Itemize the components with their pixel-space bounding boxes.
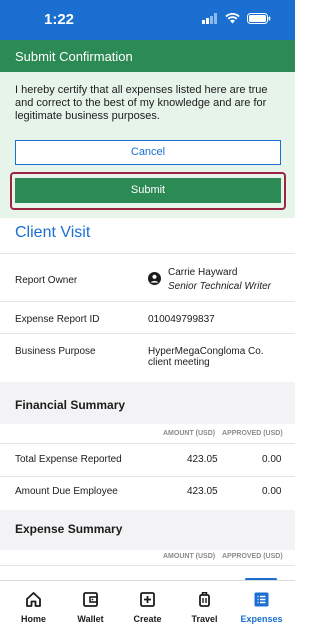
person-icon	[148, 272, 161, 285]
wifi-icon	[225, 13, 240, 24]
expense-summary-header: Expense Summary	[0, 510, 295, 550]
cancel-button[interactable]: Cancel	[15, 140, 281, 165]
nav-item-travel[interactable]: Travel	[175, 581, 234, 640]
nav-item-create[interactable]: Create	[118, 581, 177, 640]
submit-confirmation-header: Submit Confirmation	[0, 40, 295, 72]
submit-button[interactable]: Submit	[15, 178, 281, 203]
bottom-navigation: Home Wallet Create Travel Expenses	[0, 580, 295, 640]
report-owner-label: Report Owner	[15, 275, 78, 286]
plus-square-icon	[140, 592, 155, 607]
owner-role: Senior Technical Writer	[168, 281, 272, 292]
owner-name: Carrie Hayward	[168, 267, 238, 278]
status-time: 1:22	[44, 11, 75, 28]
nav-item-expenses[interactable]: Expenses	[232, 581, 291, 640]
amount-due-amount: 423.05	[187, 486, 218, 497]
battery-icon	[247, 13, 271, 24]
home-icon	[26, 592, 41, 607]
status-icons	[202, 13, 271, 24]
status-bar: 1:22	[0, 0, 295, 40]
business-purpose-line2: client meeting	[148, 357, 210, 368]
amount-column-header: AMOUNT (USD)	[163, 430, 216, 437]
total-expense-label: Total Expense Reported	[15, 454, 122, 465]
divider	[0, 301, 295, 302]
luggage-icon	[199, 592, 210, 607]
report-title: Client Visit	[15, 224, 91, 241]
total-expense-approved: 0.00	[262, 454, 282, 465]
total-expense-amount: 423.05	[187, 454, 218, 465]
divider	[0, 476, 295, 477]
amount-column-header: AMOUNT (USD)	[163, 553, 216, 560]
nav-item-wallet[interactable]: Wallet	[61, 581, 120, 640]
approved-column-header: APPROVED (USD)	[222, 553, 283, 560]
divider	[0, 333, 295, 334]
expense-summary-title: Expense Summary	[15, 522, 123, 536]
divider	[0, 565, 295, 566]
financial-summary-title: Financial Summary	[15, 398, 126, 412]
nav-label-home: Home	[20, 614, 46, 624]
nav-label-expenses: Expenses	[240, 614, 283, 624]
certification-text: I hereby certify that all expenses liste…	[15, 84, 268, 122]
divider	[0, 443, 295, 444]
nav-label-create: Create	[133, 614, 162, 624]
divider	[0, 253, 295, 254]
business-purpose-line1: HyperMegaCongloma Co.	[148, 346, 264, 357]
nav-label-wallet: Wallet	[77, 614, 104, 624]
expense-report-id-value: 010049799837	[148, 314, 215, 325]
list-icon	[254, 592, 269, 607]
wallet-icon	[83, 592, 98, 607]
nav-item-home[interactable]: Home	[4, 581, 63, 640]
nav-label-travel: Travel	[191, 614, 218, 624]
approved-column-header: APPROVED (USD)	[222, 430, 283, 437]
financial-summary-header: Financial Summary	[0, 382, 295, 424]
amount-due-approved: 0.00	[262, 486, 282, 497]
expense-report-id-label: Expense Report ID	[15, 314, 100, 325]
business-purpose-label: Business Purpose	[15, 346, 96, 357]
signal-icon	[202, 13, 217, 24]
amount-due-label: Amount Due Employee	[15, 486, 118, 497]
